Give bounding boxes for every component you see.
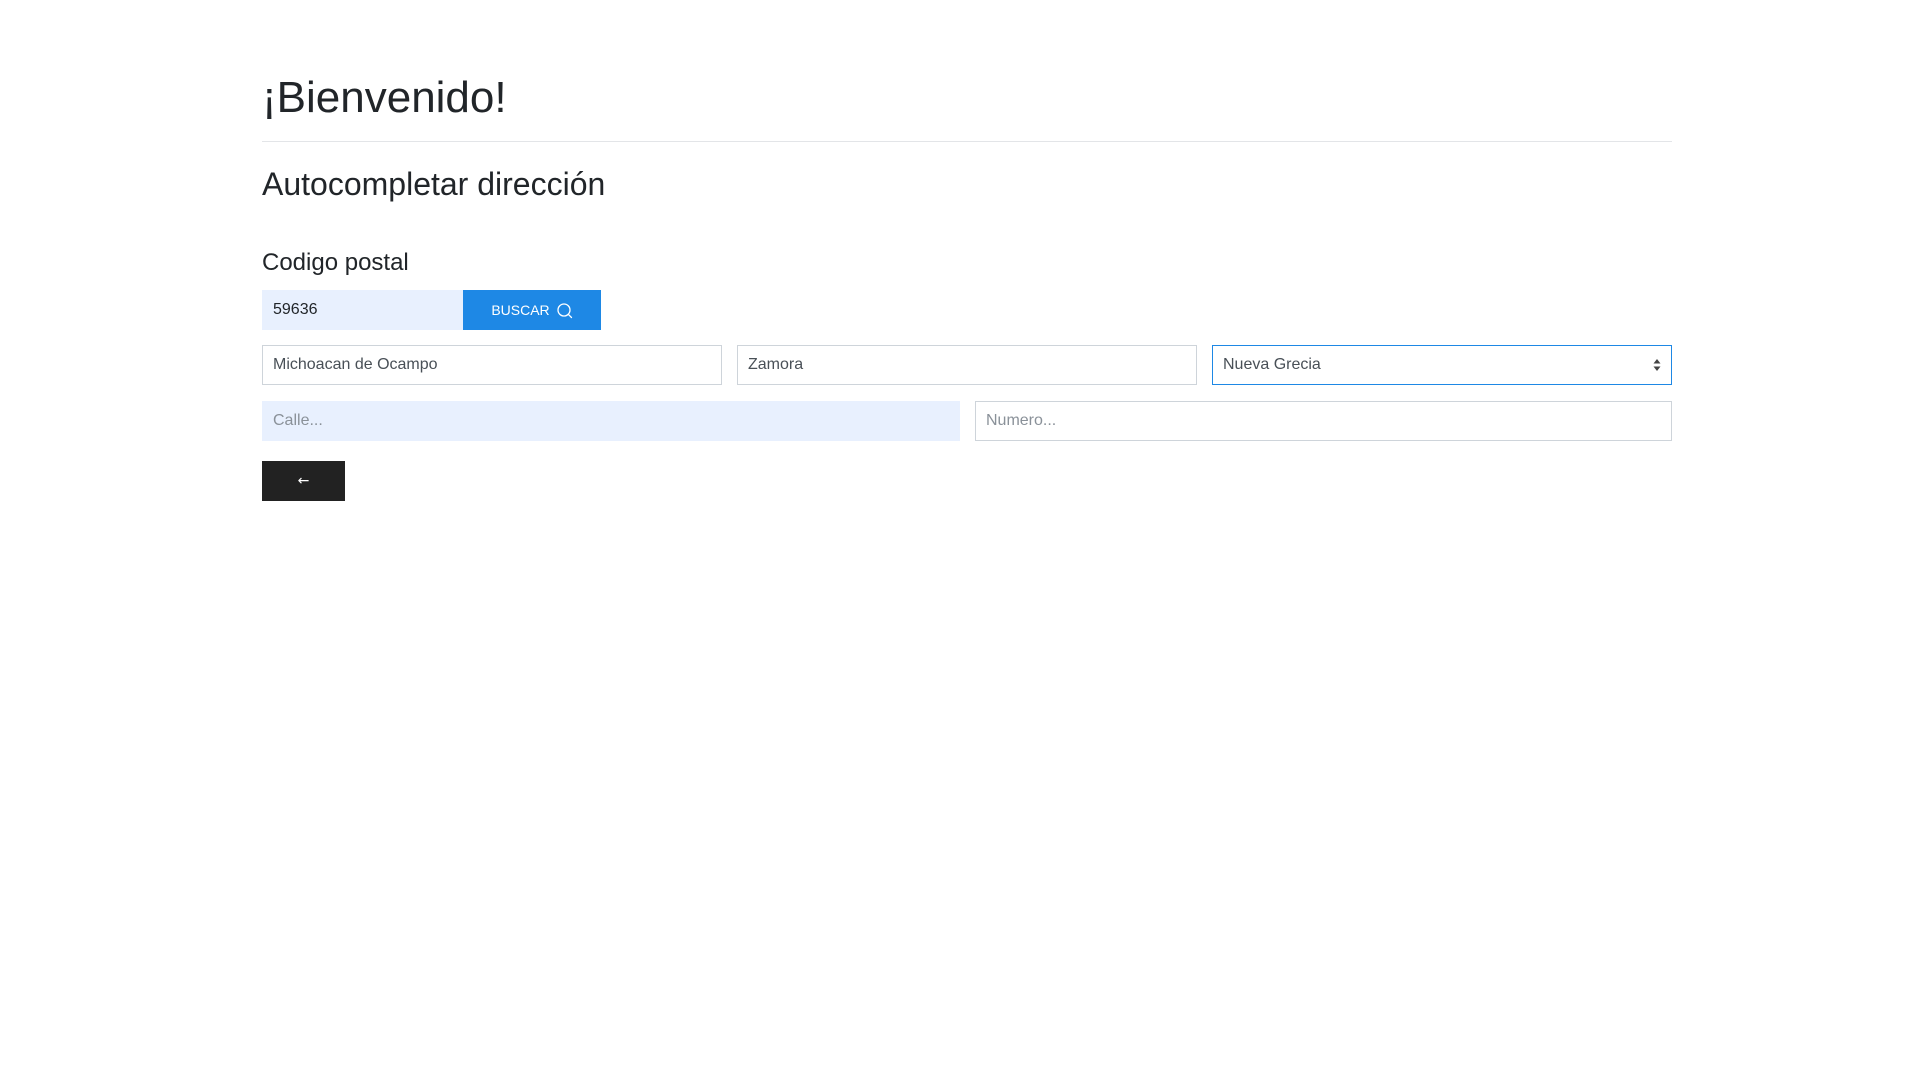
zip-label: Codigo postal: [262, 249, 409, 276]
colony-select-value: Nueva Grecia: [1223, 356, 1321, 373]
search-icon: [557, 302, 572, 318]
state-field[interactable]: Michoacan de Ocampo: [262, 345, 722, 385]
search-button-label: BUSCAR: [491, 302, 550, 318]
arrow-left-icon: ←: [297, 473, 310, 489]
colony-select[interactable]: Nueva Grecia: [1212, 345, 1672, 385]
search-button[interactable]: BUSCAR: [463, 290, 601, 330]
section-title: Autocompletar dirección: [262, 166, 606, 202]
page: ¡Bienvenido! Autocompletar dirección Cod…: [0, 0, 1920, 1080]
title-divider: [262, 141, 1672, 142]
zip-input[interactable]: 59636: [262, 290, 463, 330]
back-button[interactable]: ←: [262, 461, 345, 501]
page-title: ¡Bienvenido!: [262, 73, 507, 122]
city-field[interactable]: Zamora: [737, 345, 1197, 385]
select-arrows-icon: [1653, 359, 1661, 371]
number-input[interactable]: Numero...: [975, 401, 1672, 441]
street-input[interactable]: Calle...: [262, 401, 960, 441]
